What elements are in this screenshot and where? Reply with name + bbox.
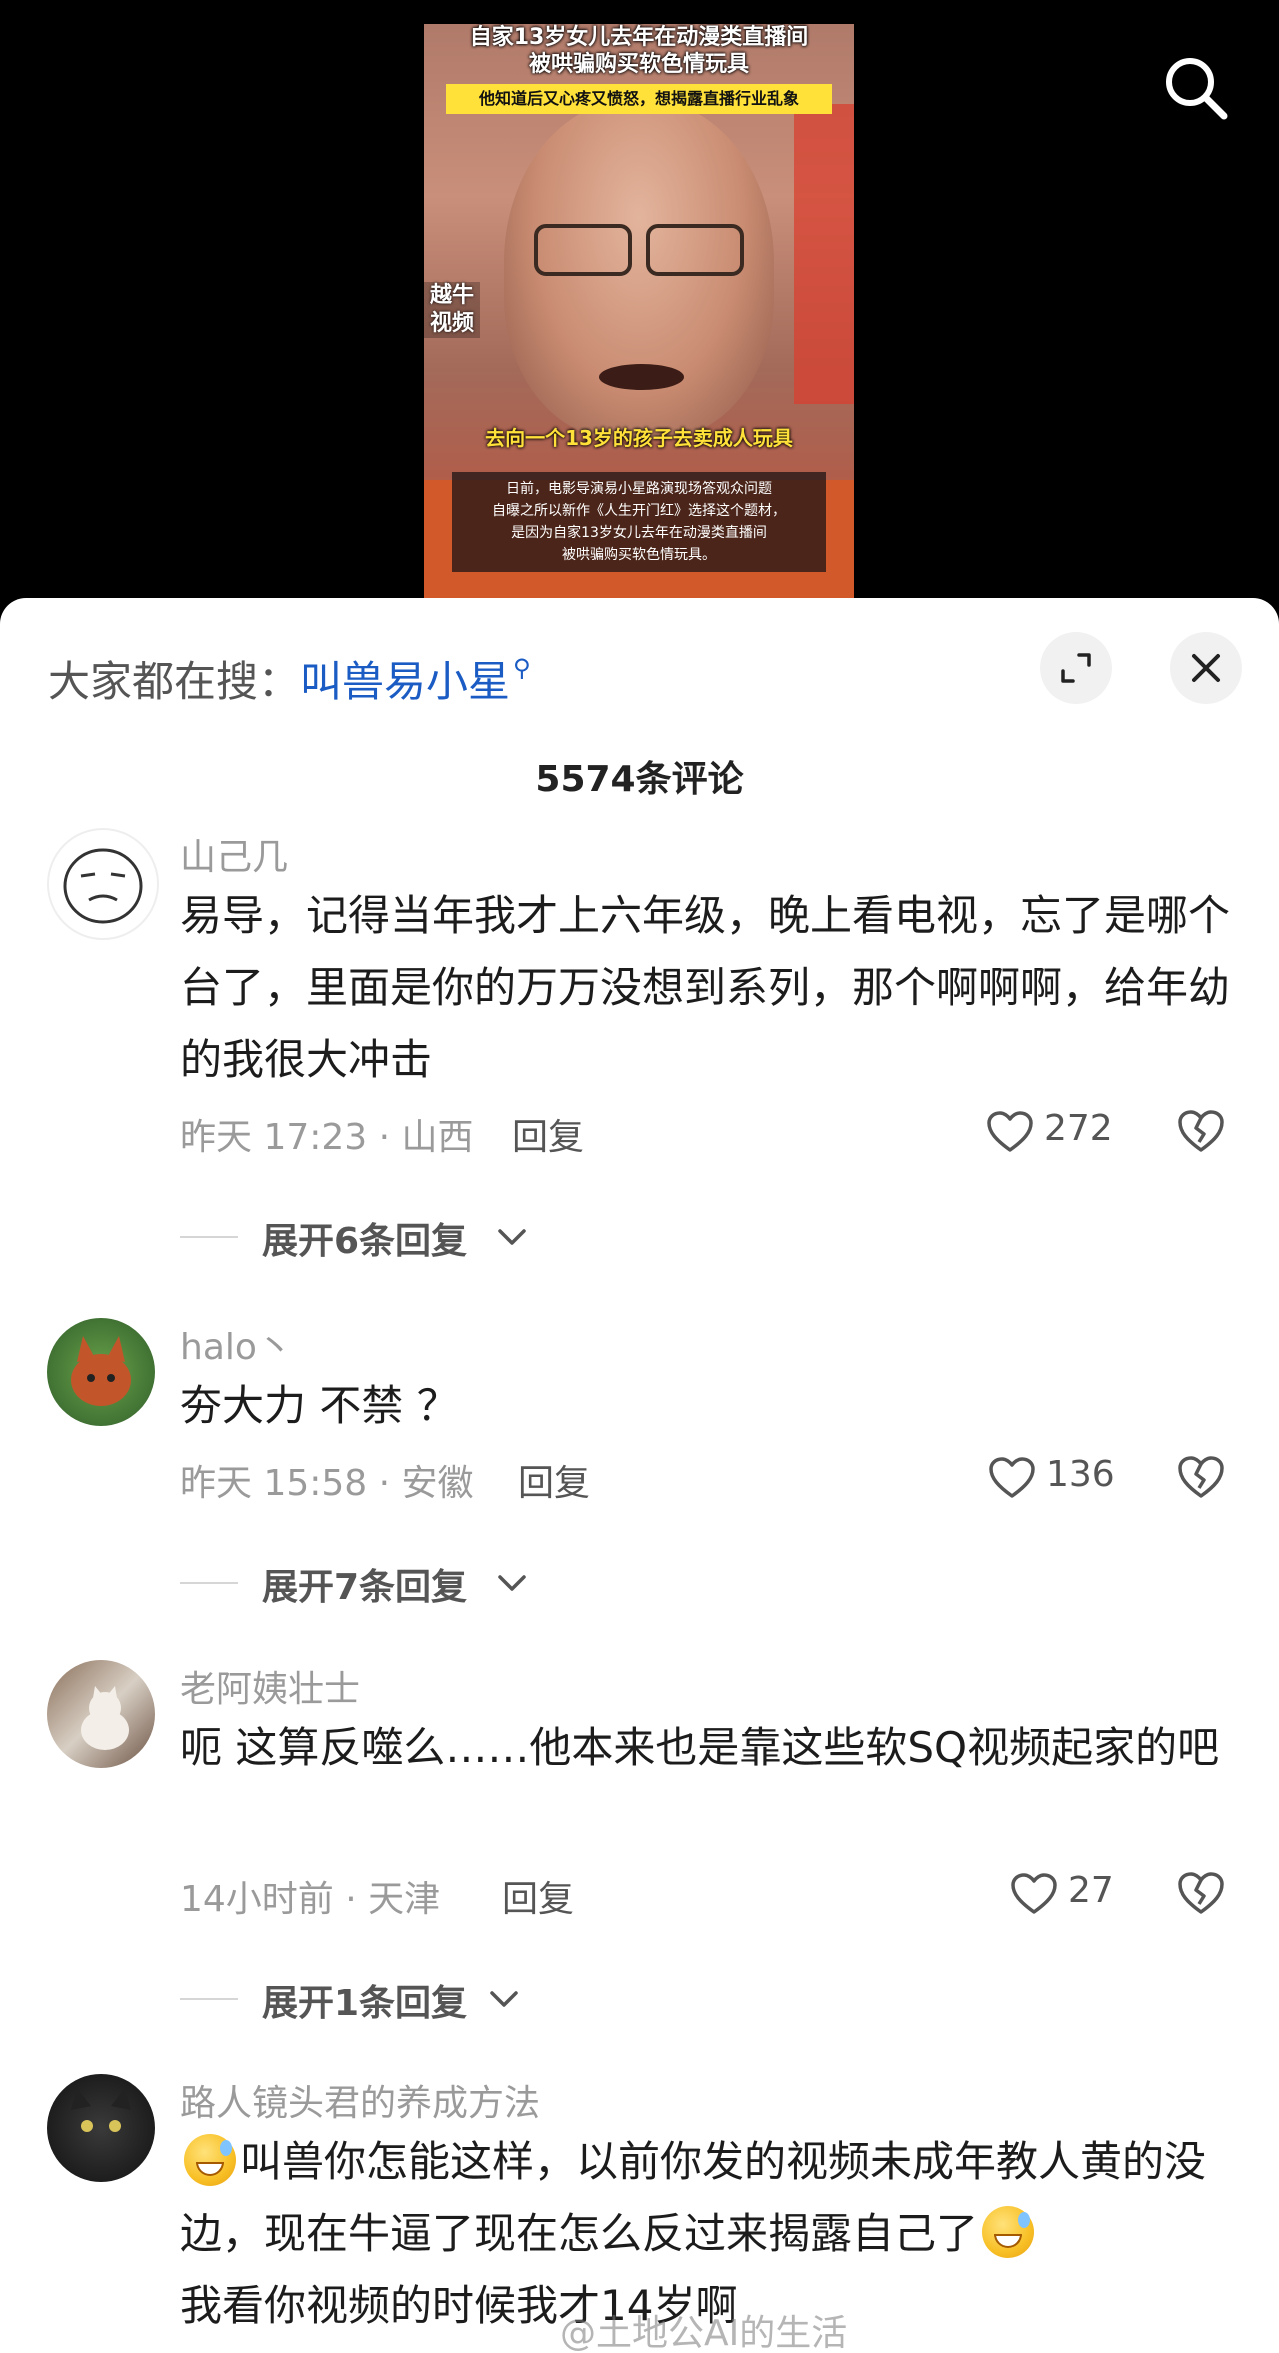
comment-meta: 昨天 17:23 · 山西 xyxy=(180,1117,474,1158)
expand-replies-label: 展开1条回复 xyxy=(262,1983,468,2024)
video-background-sign xyxy=(794,104,854,404)
expand-replies-label: 展开6条回复 xyxy=(262,1221,468,1262)
expand-divider xyxy=(180,1582,238,1584)
video-desc-line4: 被哄骗购买软色情玩具。 xyxy=(562,547,716,563)
video-title: 自家13岁女儿去年在动漫类直播间 被哄骗购买软色情玩具 xyxy=(424,24,854,78)
chevron-down-icon xyxy=(498,1575,526,1591)
expand-icon xyxy=(1061,653,1091,683)
search-icon: ⚲ xyxy=(513,654,531,682)
avatar-fox-icon xyxy=(71,1336,131,1406)
broken-heart-icon xyxy=(1178,1110,1224,1152)
search-suggestion: 大家都在搜：叫兽易小星 ⚲ xyxy=(48,628,531,708)
weibo-watermark: @土地公AI的生活 xyxy=(560,2313,848,2353)
video-title-line2: 被哄骗购买软色情玩具 xyxy=(528,52,749,77)
comment-text-part1: 叫兽你怎能这样，以前你发的视频未成年教人黄的没边，现在牛逼了现在怎么反过来揭露自… xyxy=(180,2137,1207,2258)
dislike-button[interactable] xyxy=(1176,1870,1230,1924)
reply-button[interactable]: 回复 xyxy=(518,1454,590,1506)
expand-replies-label: 展开7条回复 xyxy=(262,1567,468,1608)
top-search-button[interactable] xyxy=(1160,52,1232,124)
expand-divider xyxy=(180,1236,238,1238)
avatar[interactable] xyxy=(47,1660,155,1768)
expand-panel-button[interactable] xyxy=(1040,632,1112,704)
heart-icon xyxy=(989,1457,1035,1498)
comment-panel: 大家都在搜：叫兽易小星 ⚲ 5574条评论 山己几 易导，记得当年我才上六年级，晚… xyxy=(0,598,1279,2353)
chevron-down-icon xyxy=(490,1991,518,2007)
expand-replies-button[interactable]: 展开6条回复 xyxy=(180,1212,540,1262)
like-button[interactable]: 27 xyxy=(1010,1866,1120,1922)
avatar-black-cat-icon xyxy=(71,2088,131,2132)
video-player[interactable]: 自家13岁女儿去年在动漫类直播间 被哄骗购买软色情玩具 他知道后又心疼又愤怒，想… xyxy=(0,0,1279,630)
broken-heart-icon xyxy=(1178,1456,1224,1498)
video-desc-line2: 自曝之所以新作《人生开门红》选择这个题材， xyxy=(492,503,786,519)
like-count: 272 xyxy=(1044,1108,1113,1149)
video-watermark: 越牛视频 xyxy=(424,282,480,338)
video-title-line1: 自家13岁女儿去年在动漫类直播间 xyxy=(469,25,809,50)
reply-button[interactable]: 回复 xyxy=(502,1870,574,1922)
like-button[interactable]: 136 xyxy=(988,1450,1118,1506)
expand-divider xyxy=(180,1998,238,2000)
avatar-cat-icon xyxy=(81,1686,129,1750)
video-person-glasses xyxy=(524,224,754,276)
close-icon xyxy=(1192,654,1220,682)
close-panel-button[interactable] xyxy=(1170,632,1242,704)
comment-count: 5574条评论 xyxy=(535,759,744,800)
like-count: 136 xyxy=(1046,1454,1115,1495)
heart-icon xyxy=(1011,1873,1057,1914)
broken-heart-icon xyxy=(1178,1872,1224,1914)
comment-meta: 昨天 15:58 · 安徽 xyxy=(180,1463,474,1504)
expand-replies-button[interactable]: 展开1条回复 xyxy=(180,1974,540,2024)
comment-text: 易导，记得当年我才上六年级，晚上看电视，忘了是哪个台了，里面是你的万万没想到系列… xyxy=(180,891,1231,1084)
grin-sweat-emoji-icon xyxy=(184,2134,236,2186)
chevron-down-icon xyxy=(498,1229,526,1245)
search-suggestion-prefix: 大家都在搜： xyxy=(48,657,301,706)
comment-text: 呃 这算反噬么……他本来也是靠这些软SQ视频起家的吧 xyxy=(180,1723,1220,1772)
dislike-button[interactable] xyxy=(1176,1454,1230,1508)
video-description: 日前，电影导演易小星路演现场答观众问题 自曝之所以新作《人生开门红》选择这个题材… xyxy=(452,472,826,572)
search-suggestion-link[interactable]: 叫兽易小星 xyxy=(300,657,510,706)
video-person-mouth xyxy=(599,364,684,390)
avatar[interactable] xyxy=(47,1318,155,1426)
avatar-doodle-face-icon xyxy=(63,848,143,924)
avatar[interactable] xyxy=(47,828,159,940)
comment-username[interactable]: 路人镜头君的养成方法 xyxy=(180,2074,540,2126)
search-icon xyxy=(1166,58,1228,120)
grin-sweat-emoji-icon xyxy=(982,2206,1035,2258)
video-subtitle: 他知道后又心疼又愤怒，想揭露直播行业乱象 xyxy=(446,84,832,114)
video-caption: 去向一个13岁的孩子去卖成人玩具 xyxy=(485,426,793,450)
like-button[interactable]: 272 xyxy=(986,1104,1116,1160)
heart-icon xyxy=(987,1111,1033,1152)
reply-button[interactable]: 回复 xyxy=(512,1108,584,1160)
video-desc-line3: 是因为自家13岁女儿去年在动漫类直播间 xyxy=(511,525,767,541)
video-desc-line1: 日前，电影导演易小星路演现场答观众问题 xyxy=(506,481,772,497)
comment-username[interactable]: 老阿姨壮士 xyxy=(180,1660,360,1712)
comment-username[interactable]: halo丶 xyxy=(180,1318,293,1370)
video-thumbnail[interactable]: 自家13岁女儿去年在动漫类直播间 被哄骗购买软色情玩具 他知道后又心疼又愤怒，想… xyxy=(424,24,854,600)
avatar[interactable] xyxy=(47,2074,155,2182)
comment-meta: 14小时前 · 天津 xyxy=(180,1879,441,1920)
like-count: 27 xyxy=(1068,1870,1114,1911)
comment-text: 夯大力 不禁 ？ xyxy=(180,1381,459,1430)
expand-replies-button[interactable]: 展开7条回复 xyxy=(180,1558,540,1608)
comment-username[interactable]: 山己几 xyxy=(180,828,288,880)
dislike-button[interactable] xyxy=(1176,1108,1230,1162)
